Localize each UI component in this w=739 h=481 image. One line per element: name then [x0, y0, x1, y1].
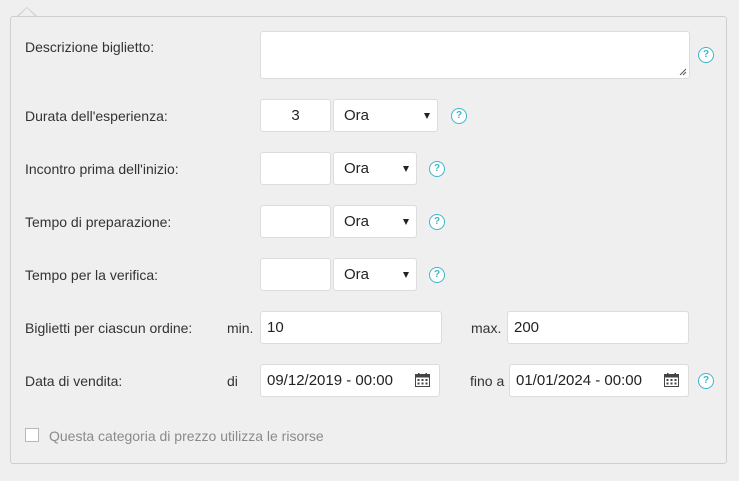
meeting-unit-value: Ora: [344, 160, 370, 177]
prep-unit-value: Ora: [344, 213, 370, 230]
meeting-label: Incontro prima dell'inizio:: [25, 161, 179, 177]
resources-checkbox[interactable]: [25, 428, 39, 442]
resources-checkbox-label[interactable]: Questa categoria di prezzo utilizza le r…: [49, 428, 324, 444]
calendar-icon[interactable]: [664, 373, 679, 387]
description-label: Descrizione biglietto:: [25, 39, 155, 55]
duration-unit-value: Ora: [344, 107, 370, 124]
resize-handle-icon[interactable]: [679, 68, 687, 76]
verify-unit-select[interactable]: Ora: [333, 258, 417, 291]
chevron-down-icon: [403, 271, 409, 278]
prep-label: Tempo di preparazione:: [25, 214, 172, 230]
popover-pointer: [17, 7, 37, 17]
tickets-label: Biglietti per ciascun ordine:: [25, 320, 193, 336]
chevron-down-icon: [403, 218, 409, 225]
meeting-help-icon[interactable]: ?: [429, 161, 445, 177]
verify-label: Tempo per la verifica:: [25, 267, 159, 283]
tickets-max-value: 200: [514, 319, 540, 336]
prep-help-icon[interactable]: ?: [429, 214, 445, 230]
duration-label: Durata dell'esperienza:: [25, 108, 168, 124]
sale-date-to-label: fino a: [470, 373, 505, 389]
prep-unit-select[interactable]: Ora: [333, 205, 417, 238]
tickets-max-input[interactable]: 200: [507, 311, 689, 344]
duration-unit-select[interactable]: Ora: [333, 99, 438, 132]
tickets-min-value: 10: [267, 319, 284, 336]
verify-input[interactable]: [260, 258, 331, 291]
duration-help-icon[interactable]: ?: [451, 108, 467, 124]
verify-unit-value: Ora: [344, 266, 370, 283]
sale-date-to-value: 01/01/2024 - 00:00: [516, 372, 642, 389]
prep-input[interactable]: [260, 205, 331, 238]
calendar-icon[interactable]: [415, 373, 430, 387]
chevron-down-icon: [403, 165, 409, 172]
sale-date-from-value: 09/12/2019 - 00:00: [267, 372, 393, 389]
meeting-unit-select[interactable]: Ora: [333, 152, 417, 185]
tickets-min-input[interactable]: 10: [260, 311, 442, 344]
description-help-icon[interactable]: ?: [698, 47, 714, 63]
chevron-down-icon: [424, 112, 430, 119]
sale-date-help-icon[interactable]: ?: [698, 373, 714, 389]
sale-date-from-input[interactable]: 09/12/2019 - 00:00: [260, 364, 440, 397]
description-textarea[interactable]: [260, 31, 690, 79]
duration-input[interactable]: 3: [260, 99, 331, 132]
sale-date-from-label: di: [227, 373, 238, 389]
sale-date-label: Data di vendita:: [25, 373, 123, 389]
verify-help-icon[interactable]: ?: [429, 267, 445, 283]
duration-value: 3: [291, 107, 300, 124]
tickets-max-label: max.: [471, 320, 502, 336]
meeting-input[interactable]: [260, 152, 331, 185]
tickets-min-label: min.: [227, 320, 254, 336]
sale-date-to-input[interactable]: 01/01/2024 - 00:00: [509, 364, 689, 397]
